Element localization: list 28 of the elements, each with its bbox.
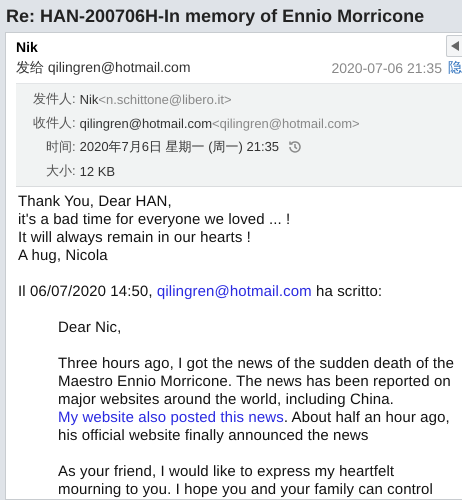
field-value: 2020年7月6日 星期一 (周一) 21:35 bbox=[80, 138, 280, 156]
caret-icon bbox=[451, 41, 459, 51]
hide-link[interactable]: 隐 bbox=[448, 59, 462, 77]
field-value: 12 KB bbox=[80, 164, 116, 178]
field-label: 时间: bbox=[46, 138, 76, 156]
message-line: it's a bad time for everyone we loved ... ! bbox=[18, 211, 292, 229]
contact-name: qilingren@hotmail.com bbox=[80, 116, 212, 130]
message-line: A hug, Nicola bbox=[18, 247, 109, 265]
history-icon[interactable] bbox=[287, 139, 304, 155]
email-address: <qilingren@hotmail.com> bbox=[212, 116, 360, 130]
field-label: 大小: bbox=[46, 162, 76, 180]
collapse-button[interactable] bbox=[446, 35, 462, 57]
recipient-line: 发给 qilingren@hotmail.com bbox=[16, 59, 190, 77]
sent-date: 2020-07-06 21:35 bbox=[331, 60, 442, 76]
quoted-paragraph: As your friend, I would like to express my heartfelt mourning to you. I hope you and your family can control bbox=[58, 463, 434, 499]
quote-header: Il 06/07/2020 14:50, qilingren@hotmail.com ha scritto: bbox=[18, 283, 384, 301]
sender-name: Nik bbox=[16, 39, 38, 55]
quoted-paragraph: Three hours ago, I got the news of the sudden death of the Maestro Ennio Morricone. The news has been reported on major websites around the world, including China. My website also posted this news. About half an hour ago, his official website finally announced the news bbox=[58, 355, 456, 445]
email-address: <n.schittone@libero.it> bbox=[98, 92, 232, 106]
quoted-paragraph: Dear Nic, bbox=[58, 319, 122, 337]
message-line: It will always remain in our hearts ! bbox=[18, 229, 252, 247]
field-label: 发件人: bbox=[33, 90, 76, 108]
link[interactable]: My website also posted this news bbox=[58, 409, 284, 426]
field-label: 收件人: bbox=[33, 114, 76, 132]
message-line: Thank You, Dear HAN, bbox=[18, 193, 173, 211]
email-subject: Re: HAN-200706H-In memory of Ennio Morricone bbox=[5, 5, 426, 28]
link[interactable]: qilingren@hotmail.com bbox=[156, 283, 312, 300]
contact-name: Nik bbox=[80, 92, 98, 106]
